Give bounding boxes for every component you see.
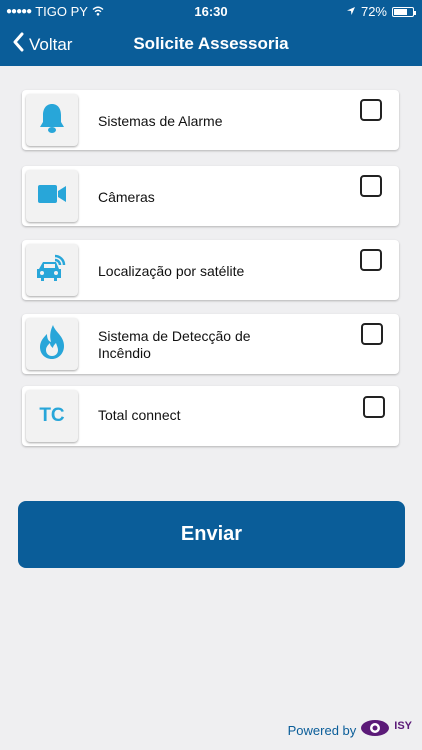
battery-icon [392,6,416,17]
brand-name: ISY [394,719,412,732]
item-label: Localização por satélite [98,263,245,279]
item-label: Sistemas de Alarme [98,113,223,129]
powered-by: Powered by ISY [288,718,412,743]
checkbox[interactable] [360,249,382,271]
item-label: Câmeras [98,189,155,205]
list-item-total-connect[interactable]: TC Total connect [22,386,399,446]
car-satellite-icon [35,252,69,289]
status-bar: ●●●●● TIGO PY 16:30 72% [0,0,422,22]
video-camera-icon [37,183,67,210]
powered-by-text: Powered by [287,723,357,738]
navigation-bar: Voltar Solicite Assessoria [0,22,422,66]
status-right: 72% [346,4,416,19]
icon-box [26,94,78,146]
checkbox[interactable] [360,175,382,197]
send-button[interactable]: Enviar [18,501,405,568]
isy-logo-icon [360,718,390,743]
location-arrow-icon [346,4,356,19]
list-item-satellite[interactable]: Localização por satélite [22,240,399,300]
tc-icon: TC [39,405,65,426]
item-label: Total connect [98,407,181,423]
battery-fill [394,8,407,15]
icon-box [26,244,78,296]
battery-percent: 72% [360,4,387,19]
list-item-cameras[interactable]: Câmeras [22,166,399,226]
icon-box [26,318,78,370]
checkbox[interactable] [361,323,383,345]
list-item-fire-detection[interactable]: Sistema de Detecção de Incêndio [22,314,399,374]
page-title: Solicite Assessoria [133,34,289,53]
icon-box: TC [26,390,78,442]
bell-icon [38,102,66,139]
item-label: Sistema de Detecção de Incêndio [98,328,251,361]
list-item-alarm[interactable]: Sistemas de Alarme [22,90,399,150]
icon-box [26,170,78,222]
checkbox[interactable] [360,99,382,121]
fire-icon [38,324,66,365]
checkbox[interactable] [363,396,385,418]
